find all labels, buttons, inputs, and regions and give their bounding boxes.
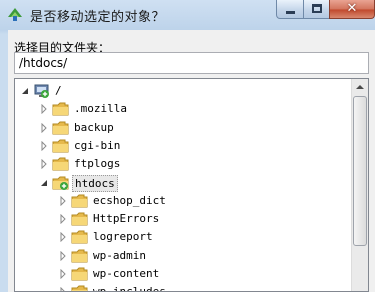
collapsed-triangle-icon[interactable] — [59, 195, 67, 206]
scroll-up-arrow-icon[interactable] — [352, 79, 368, 96]
maximize-icon — [312, 4, 322, 13]
move-dialog-window: 是否移动选定的对象？ ✕ 选择目的文件夹： /.mozillabackupcgi… — [0, 0, 375, 292]
tree-item[interactable]: backup — [15, 119, 345, 137]
close-icon: ✕ — [346, 1, 358, 16]
folder-icon — [71, 212, 88, 226]
collapsed-triangle-icon[interactable] — [40, 159, 48, 170]
folder-icon — [52, 121, 69, 135]
tree-item-label: wp-admin — [93, 248, 146, 262]
tree-item-label: logreport — [93, 230, 153, 244]
collapsed-triangle-icon[interactable] — [59, 250, 67, 261]
dialog-title: 是否移动选定的对象？ — [30, 10, 166, 25]
collapsed-triangle-icon[interactable] — [40, 122, 48, 133]
expanded-triangle-icon[interactable] — [40, 178, 48, 188]
destination-path-input[interactable] — [14, 52, 369, 74]
tree-item-label: backup — [74, 120, 114, 134]
folder-icon — [71, 230, 88, 244]
tree-item-label: ecshop_dict — [93, 193, 166, 207]
tree-item[interactable]: ecshop_dict — [15, 192, 345, 210]
minimize-button[interactable] — [276, 0, 304, 19]
vertical-scrollbar[interactable] — [351, 79, 368, 291]
collapsed-triangle-icon[interactable] — [40, 104, 48, 115]
recycle-arrow-icon — [8, 8, 22, 21]
tree-item[interactable]: / — [15, 82, 345, 100]
tree-item-label: wp-content — [93, 267, 160, 280]
expanded-triangle-icon[interactable] — [21, 86, 29, 96]
maximize-button[interactable] — [303, 0, 330, 19]
tree-item[interactable]: ftplogs — [15, 155, 345, 173]
tree-item[interactable]: logreport — [15, 228, 345, 246]
minimize-icon — [286, 11, 295, 14]
close-button[interactable]: ✕ — [329, 0, 375, 19]
tree-item-label: HttpErrors — [93, 212, 160, 226]
collapsed-triangle-icon[interactable] — [59, 214, 67, 225]
collapsed-triangle-icon[interactable] — [59, 287, 67, 292]
collapsed-triangle-icon[interactable] — [59, 232, 67, 243]
tree-item-label: cgi-bin — [74, 138, 121, 152]
collapsed-triangle-icon[interactable] — [40, 140, 48, 151]
title-bar[interactable]: 是否移动选定的对象？ ✕ — [0, 0, 375, 30]
folder-icon — [71, 285, 88, 291]
tree-item-label: .mozilla — [74, 102, 127, 116]
scroll-thumb[interactable] — [353, 96, 367, 246]
tree-item[interactable]: htdocs — [15, 174, 345, 192]
folder-icon — [52, 102, 69, 116]
tree-item-label: ftplogs — [74, 157, 121, 171]
tree-item[interactable]: HttpErrors — [15, 210, 345, 228]
tree-item-label: htdocs — [72, 174, 118, 192]
folder-tree[interactable]: / .mozilla backup cgi-bin ftplogs htdocs ecsho… — [14, 78, 369, 292]
computer-icon — [34, 84, 49, 98]
folder-icon — [52, 139, 69, 153]
tree-item[interactable]: wp-admin — [15, 247, 345, 265]
tree-item[interactable]: wp-content — [15, 265, 345, 283]
folder-icon — [71, 194, 88, 208]
tree-item[interactable]: cgi-bin — [15, 137, 345, 155]
folder-icon — [71, 267, 88, 281]
collapsed-triangle-icon[interactable] — [59, 269, 67, 279]
tree-item[interactable]: .mozilla — [15, 100, 345, 118]
folder-icon — [52, 157, 69, 171]
folder-icon — [52, 176, 69, 190]
folder-icon — [71, 249, 88, 263]
tree-item[interactable]: wp-includes — [15, 283, 345, 292]
dialog-body: 选择目的文件夹： /.mozillabackupcgi-binftplogsht… — [8, 30, 375, 292]
tree-item-label: wp-includes — [93, 285, 166, 292]
tree-item-label: / — [55, 84, 62, 97]
